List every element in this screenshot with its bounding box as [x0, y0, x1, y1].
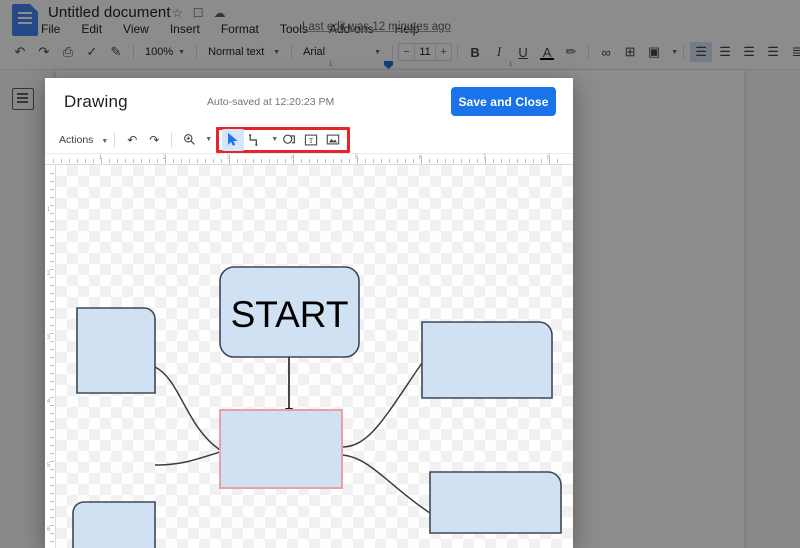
- toolbar-divider: [114, 132, 116, 147]
- right-bottom-shape[interactable]: [429, 471, 562, 534]
- center-selected-shape[interactable]: [219, 409, 343, 489]
- drawing-dialog-header: Drawing Auto-saved at 12:20:23 PM Save a…: [45, 78, 573, 126]
- undo-icon[interactable]: ↶: [121, 129, 143, 151]
- svg-text:T: T: [309, 136, 314, 144]
- chevron-down-icon[interactable]: ▼: [271, 136, 278, 143]
- actions-menu-label: Actions: [59, 133, 94, 146]
- connector-left-top-to-center[interactable]: [154, 366, 221, 451]
- select-tool-icon[interactable]: [222, 128, 245, 151]
- image-tool-icon[interactable]: [322, 129, 344, 151]
- left-top-shape[interactable]: [76, 307, 156, 394]
- zoom-icon[interactable]: [178, 129, 200, 151]
- left-bottom-shape[interactable]: [72, 501, 156, 548]
- drawing-toolbar: Actions ▼ ↶ ↷ ▼ ▼ T: [45, 126, 573, 154]
- drawing-canvas[interactable]: START: [56, 165, 573, 548]
- chevron-down-icon: ▼: [101, 137, 109, 145]
- right-top-shape[interactable]: [421, 321, 553, 399]
- connector-center-to-right-bottom[interactable]: [341, 454, 431, 514]
- drawing-ruler-horizontal[interactable]: 1 2 3 4 5 6 7 8: [45, 154, 573, 165]
- drawing-dialog-title: Drawing: [64, 92, 128, 111]
- save-and-close-button[interactable]: Save and Close: [451, 87, 556, 116]
- drawing-dialog: Drawing Auto-saved at 12:20:23 PM Save a…: [45, 78, 573, 548]
- start-shape-label: START: [231, 294, 349, 335]
- diagram-svg: START: [72, 266, 562, 548]
- actions-menu[interactable]: Actions ▼: [59, 134, 108, 146]
- connector-left-bottom-to-center[interactable]: [154, 451, 221, 466]
- redo-icon[interactable]: ↷: [143, 129, 165, 151]
- chevron-down-icon[interactable]: ▼: [205, 136, 212, 143]
- arrow-start-to-center[interactable]: [285, 357, 293, 417]
- drawing-ruler-vertical[interactable]: 1 2 3 4 5 6: [45, 165, 56, 548]
- text-box-tool-icon[interactable]: T: [300, 129, 322, 151]
- app-root: Untitled document ☆ ☐ ☁ File Edit View I…: [0, 0, 800, 548]
- shape-tool-icon[interactable]: [278, 129, 300, 151]
- autosave-status: Auto-saved at 12:20:23 PM: [207, 96, 335, 108]
- connector-center-to-right-top[interactable]: [341, 362, 423, 448]
- drawing-tools-group: ▼ T: [216, 126, 351, 153]
- toolbar-divider: [171, 132, 173, 147]
- line-tool-icon[interactable]: [244, 129, 266, 151]
